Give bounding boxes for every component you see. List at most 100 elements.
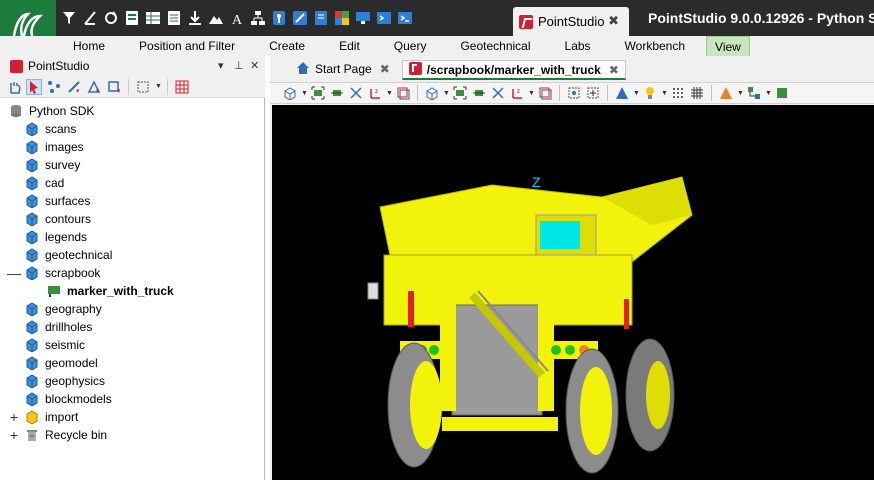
terrain-icon[interactable] (207, 9, 225, 27)
grid-icon[interactable] (689, 85, 705, 101)
marker-icon[interactable] (270, 9, 288, 27)
view-cube-icon[interactable] (424, 85, 440, 101)
tree-item-blockmodels[interactable]: blockmodels (24, 390, 112, 408)
tree-item-contours[interactable]: contours (24, 210, 91, 228)
application-tab[interactable]: PointStudio ✖ (513, 7, 629, 36)
pin-icon[interactable]: ⊥ (234, 59, 244, 72)
selection-grid-icon[interactable] (174, 79, 190, 95)
tree-item-geotechnical[interactable]: geotechnical (24, 246, 112, 264)
tab-position-and-filter[interactable]: Position and Filter (122, 36, 252, 56)
triangle-surface-icon[interactable] (614, 85, 630, 101)
3d-viewport[interactable]: Z (272, 105, 874, 480)
tree-item-drillholes[interactable]: drillholes (24, 318, 92, 336)
dots-grid-icon[interactable] (670, 85, 686, 101)
expand-icon[interactable]: + (8, 408, 20, 426)
tree-item-label: geophysics (45, 374, 106, 388)
tree-item-seismic[interactable]: seismic (24, 336, 85, 354)
close-panel-icon[interactable]: ✕ (250, 59, 259, 72)
layers-icon[interactable] (537, 85, 553, 101)
select-object-icon[interactable] (106, 79, 122, 95)
tab-view[interactable]: View (706, 36, 750, 56)
text-icon[interactable]: A (228, 9, 246, 27)
download-icon[interactable] (186, 9, 204, 27)
collapse-icon[interactable]: — (7, 264, 21, 282)
colour-grid-icon[interactable] (333, 9, 351, 27)
chevron-down-icon[interactable]: ▼ (661, 90, 668, 97)
fit-view-icon[interactable] (310, 85, 326, 101)
tree-item-geomodel[interactable]: geomodel (24, 354, 98, 372)
tree-item-cad[interactable]: cad (24, 174, 64, 192)
rotate-centre-icon[interactable] (585, 85, 601, 101)
axis-view-icon[interactable]: z (367, 85, 383, 101)
zoom-extent-icon[interactable] (471, 85, 487, 101)
sheet-icon[interactable] (165, 9, 183, 27)
tree-item-survey[interactable]: survey (24, 156, 80, 174)
chevron-down-icon[interactable]: ▼ (301, 90, 308, 97)
python-console-icon[interactable] (375, 9, 393, 27)
panel-menu-icon[interactable]: ▾ (218, 59, 224, 72)
close-icon[interactable]: ✖ (380, 62, 390, 76)
tree-item-import[interactable]: import (24, 408, 78, 426)
select-arrow-icon[interactable] (26, 78, 42, 95)
tab-geotechnical[interactable]: Geotechnical (443, 36, 547, 56)
tab-labs[interactable]: Labs (548, 36, 608, 56)
zoom-extent-icon[interactable] (329, 85, 345, 101)
monitor-icon[interactable] (354, 9, 372, 27)
report-icon[interactable] (123, 9, 141, 27)
tab-edit[interactable]: Edit (322, 36, 377, 56)
tab-home[interactable]: Home (56, 36, 122, 56)
filter-icon[interactable] (60, 9, 78, 27)
close-icon[interactable]: ✖ (609, 63, 619, 77)
axis-view-icon[interactable]: z (509, 85, 525, 101)
select-facet-icon[interactable] (86, 79, 102, 95)
colour-palette-icon[interactable] (718, 85, 734, 101)
close-icon[interactable]: ✖ (608, 13, 619, 29)
tree-item-scans[interactable]: scans (24, 120, 76, 138)
terminal-icon[interactable] (396, 9, 414, 27)
chevron-down-icon[interactable]: ▼ (155, 83, 162, 90)
zoom-selection-icon[interactable] (490, 85, 506, 101)
overflow-icon[interactable] (774, 85, 790, 101)
toolbar-separator (711, 85, 712, 101)
tree-item-marker-with-truck[interactable]: marker_with_truck (46, 282, 174, 300)
chevron-down-icon[interactable]: ▼ (443, 90, 450, 97)
light-bulb-icon[interactable] (642, 85, 658, 101)
database-icon (8, 103, 24, 119)
chevron-down-icon[interactable]: ▼ (765, 90, 772, 97)
table-icon[interactable] (144, 9, 162, 27)
tab-marker-with-truck[interactable]: /scrapbook/marker_with_truck ✖ (401, 60, 626, 80)
tab-start-page[interactable]: Start Page ✖ (290, 60, 396, 80)
chevron-down-icon[interactable]: ▼ (737, 90, 744, 97)
ruler-icon[interactable] (81, 9, 99, 27)
select-points-icon[interactable] (46, 79, 62, 95)
chevron-down-icon[interactable]: ▼ (386, 90, 393, 97)
tree-item-scrapbook[interactable]: scrapbook (24, 264, 100, 282)
zoom-selection-icon[interactable] (348, 85, 364, 101)
box-select-icon[interactable] (135, 79, 151, 95)
export-icon[interactable] (312, 9, 330, 27)
refresh-icon[interactable] (102, 9, 120, 27)
tree-item-legends[interactable]: legends (24, 228, 87, 246)
tree-item-label: scans (45, 122, 77, 136)
tree-item-images[interactable]: images (24, 138, 84, 156)
chevron-down-icon[interactable]: ▼ (633, 90, 640, 97)
view-cube-icon[interactable] (282, 85, 298, 101)
centre-view-icon[interactable] (566, 85, 582, 101)
scan-icon[interactable] (291, 9, 309, 27)
layers-icon[interactable] (395, 85, 411, 101)
tree-item-surfaces[interactable]: surfaces (24, 192, 90, 210)
tree-item-geography[interactable]: geography (24, 300, 102, 318)
layer-tree-icon[interactable] (746, 85, 762, 101)
tree-item-recycle-bin[interactable]: Recycle bin (24, 426, 107, 444)
pan-hand-icon[interactable] (6, 79, 22, 95)
tab-workbench[interactable]: Workbench (608, 36, 702, 56)
tab-query[interactable]: Query (377, 36, 444, 56)
tab-create[interactable]: Create (252, 36, 322, 56)
tree-item-geophysics[interactable]: geophysics (24, 372, 105, 390)
chevron-down-icon[interactable]: ▼ (528, 90, 535, 97)
tree-root[interactable]: Python SDK (8, 102, 94, 120)
expand-icon[interactable]: + (8, 426, 20, 444)
select-edge-icon[interactable] (66, 79, 82, 95)
hierarchy-icon[interactable] (249, 9, 267, 27)
fit-view-icon[interactable] (452, 85, 468, 101)
